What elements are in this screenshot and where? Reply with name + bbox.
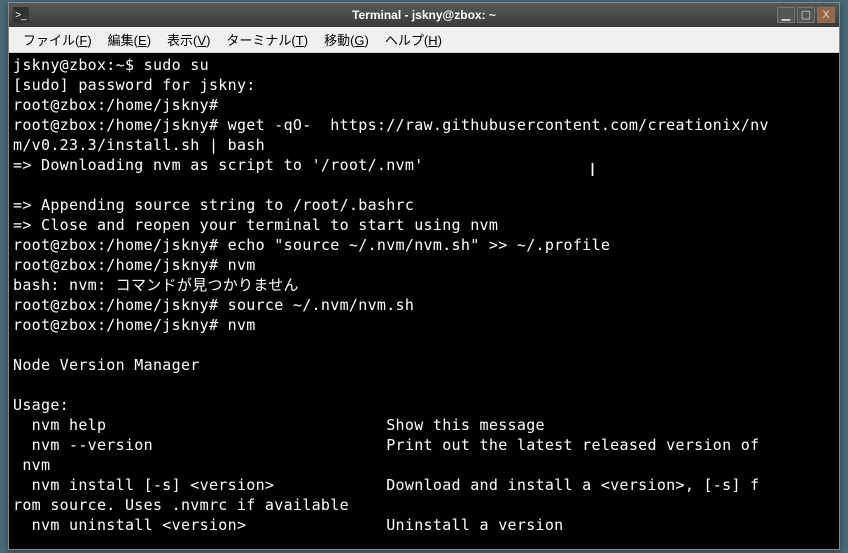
menu-file-label: ファイル bbox=[23, 33, 75, 48]
menubar: ファイル(F) 編集(E) 表示(V) ターミナル(T) 移動(G) ヘルプ(H… bbox=[9, 27, 839, 53]
menu-edit-label: 編集 bbox=[108, 33, 134, 48]
menu-help-accel: H bbox=[428, 33, 437, 48]
menu-file-accel: F bbox=[79, 33, 87, 48]
titlebar[interactable]: >_ Terminal - jskny@zbox: ~ ▁ ▢ X bbox=[9, 3, 839, 27]
menu-view-label: 表示 bbox=[167, 33, 193, 48]
menu-terminal-accel: T bbox=[296, 33, 304, 48]
maximize-button[interactable]: ▢ bbox=[797, 7, 815, 23]
menu-view-accel: V bbox=[197, 33, 206, 48]
menu-file[interactable]: ファイル(F) bbox=[15, 27, 100, 52]
menu-go-label: 移動 bbox=[324, 33, 350, 48]
close-button[interactable]: X bbox=[817, 7, 835, 23]
menu-help-label: ヘルプ bbox=[385, 33, 424, 48]
menu-help[interactable]: ヘルプ(H) bbox=[377, 27, 450, 52]
terminal-window: >_ Terminal - jskny@zbox: ~ ▁ ▢ X ファイル(F… bbox=[8, 2, 840, 550]
app-icon: >_ bbox=[13, 7, 29, 23]
window-title: Terminal - jskny@zbox: ~ bbox=[9, 8, 839, 22]
menu-terminal-label: ターミナル bbox=[226, 33, 291, 48]
menu-edit-accel: E bbox=[138, 33, 147, 48]
minimize-button[interactable]: ▁ bbox=[777, 7, 795, 23]
menu-edit[interactable]: 編集(E) bbox=[100, 27, 159, 52]
menu-terminal[interactable]: ターミナル(T) bbox=[218, 27, 316, 52]
terminal-output[interactable]: jskny@zbox:~$ sudo su [sudo] password fo… bbox=[9, 53, 839, 549]
menu-go-accel: G bbox=[354, 33, 364, 48]
menu-go[interactable]: 移動(G) bbox=[316, 27, 377, 52]
menu-view[interactable]: 表示(V) bbox=[159, 27, 218, 52]
